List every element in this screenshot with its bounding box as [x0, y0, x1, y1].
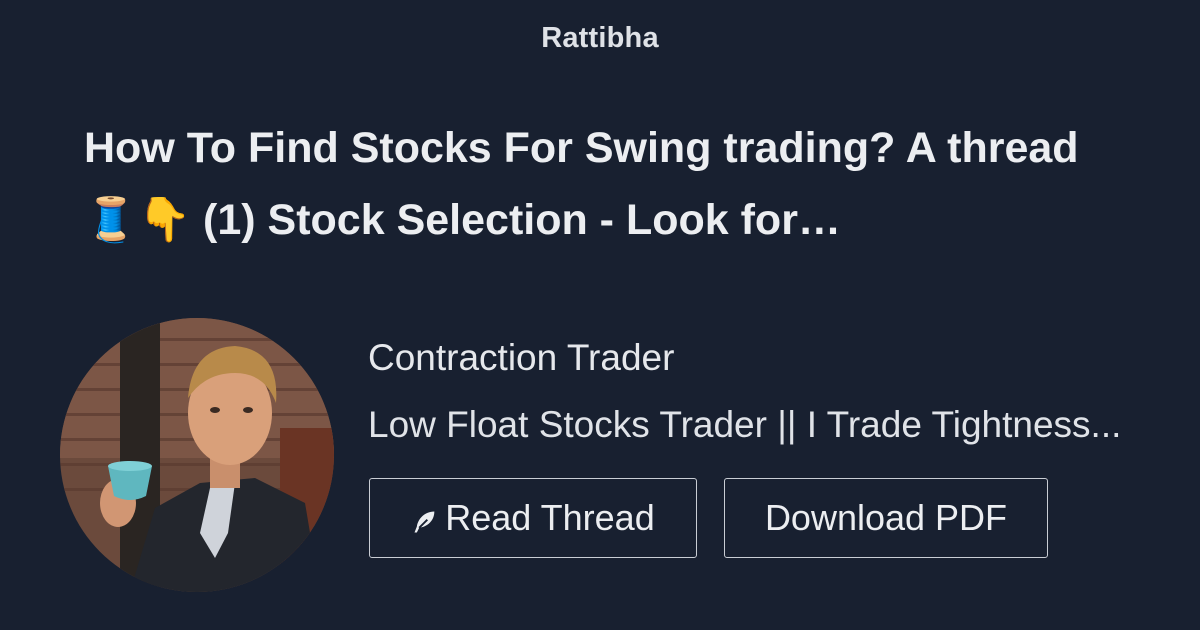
read-thread-label: Read Thread [445, 497, 655, 538]
thread-share-card: Rattibha How To Find Stocks For Swing tr… [0, 0, 1200, 630]
read-thread-button[interactable]: Read Thread [369, 478, 697, 558]
feather-icon [414, 511, 435, 533]
author-name: Contraction Trader [368, 337, 675, 378]
author-avatar [60, 318, 334, 592]
download-pdf-label: Download PDF [764, 497, 1008, 538]
avatar-photo [60, 318, 334, 592]
brand-name[interactable]: Rattibha [0, 22, 1200, 55]
thread-title: How To Find Stocks For Swing trading? A … [84, 124, 1079, 244]
download-pdf-button[interactable]: Download PDF [724, 478, 1048, 558]
author-bio: Low Float Stocks Trader || I Trade Tight… [368, 404, 1122, 445]
